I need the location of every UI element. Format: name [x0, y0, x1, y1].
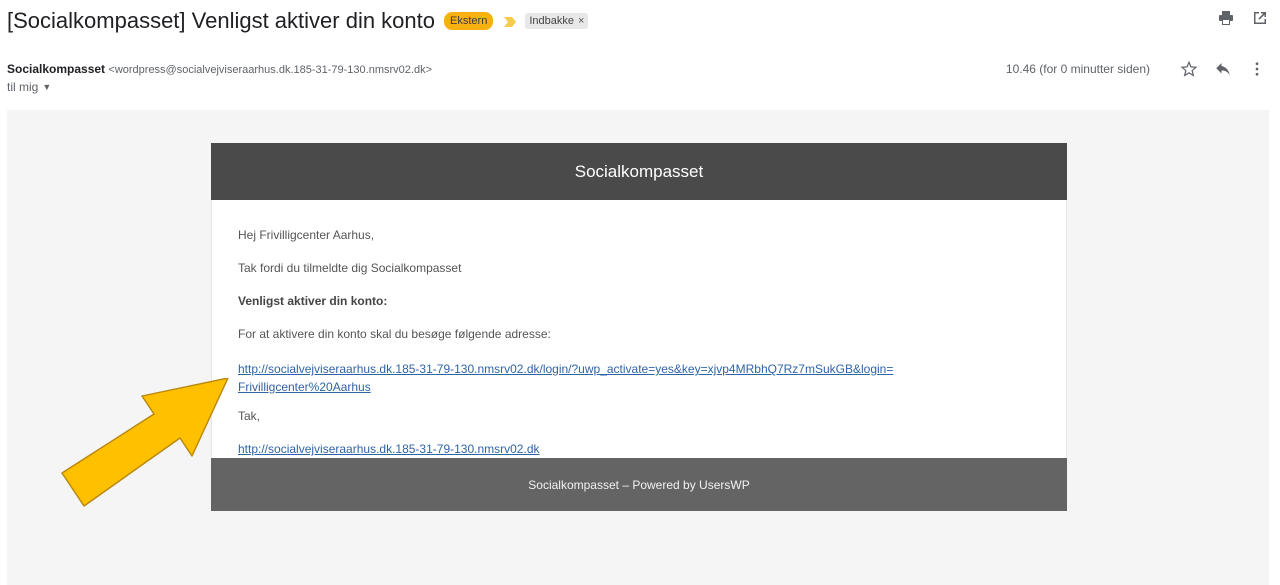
top-actions [1218, 10, 1268, 26]
message-meta: 10.46 (for 0 minutter siden) [1006, 60, 1266, 78]
recipient-row[interactable]: til mig ▼ [7, 80, 51, 94]
signoff-text: Tak, [238, 409, 261, 423]
greeting-text: Hej Frivilligcenter Aarhus, [238, 228, 375, 242]
star-icon[interactable] [1180, 60, 1198, 78]
email-card-footer: Socialkompasset – Powered by UsersWP [211, 458, 1067, 511]
sender-email: <wordpress@socialvejviseraarhus.dk.185-3… [108, 64, 432, 76]
email-body-canvas: Socialkompasset Hej Frivilligcenter Aarh… [7, 110, 1269, 585]
inbox-label-text: Indbakke [529, 15, 574, 27]
activation-link-line2: Frivilligcenter%20Aarhus [238, 380, 371, 394]
sender-name[interactable]: Socialkompasset [7, 62, 105, 76]
recipient-text: til mig [7, 80, 39, 94]
subject-row: [Socialkompasset] Venligst aktiver din k… [7, 6, 589, 36]
email-subject: [Socialkompasset] Venligst aktiver din k… [7, 8, 436, 33]
external-label[interactable]: Ekstern [444, 12, 494, 30]
remove-label-icon[interactable]: × [578, 14, 584, 28]
open-in-new-window-icon[interactable] [1252, 10, 1268, 26]
activation-link[interactable]: http://socialvejviseraarhus.dk.185-31-79… [238, 362, 893, 394]
thanks-text: Tak fordi du tilmeldte dig Socialkompass… [238, 261, 462, 275]
email-card: Socialkompasset Hej Frivilligcenter Aarh… [211, 143, 1067, 511]
activation-heading: Venligst aktiver din konto: [238, 294, 388, 308]
instruction-text: For at aktivere din konto skal du besøge… [238, 327, 551, 341]
more-vert-icon[interactable] [1248, 60, 1266, 78]
print-icon[interactable] [1218, 10, 1234, 26]
site-link[interactable]: http://socialvejviseraarhus.dk.185-31-79… [238, 442, 540, 456]
annotation-arrow-icon [61, 378, 229, 507]
sender-row: Socialkompasset <wordpress@socialvejvise… [7, 62, 432, 76]
timestamp: 10.46 (for 0 minutter siden) [1005, 62, 1150, 76]
chevron-down-icon[interactable]: ▼ [42, 82, 51, 92]
email-card-header: Socialkompasset [211, 143, 1067, 200]
reply-icon[interactable] [1214, 60, 1232, 78]
email-card-body: Hej Frivilligcenter Aarhus, Tak fordi du… [211, 200, 1067, 458]
activation-link-line1: http://socialvejviseraarhus.dk.185-31-79… [238, 362, 894, 376]
activation-link-block: http://socialvejviseraarhus.dk.185-31-79… [238, 360, 1040, 396]
important-marker-icon[interactable] [503, 15, 517, 27]
inbox-label[interactable]: Indbakke × [525, 13, 589, 29]
